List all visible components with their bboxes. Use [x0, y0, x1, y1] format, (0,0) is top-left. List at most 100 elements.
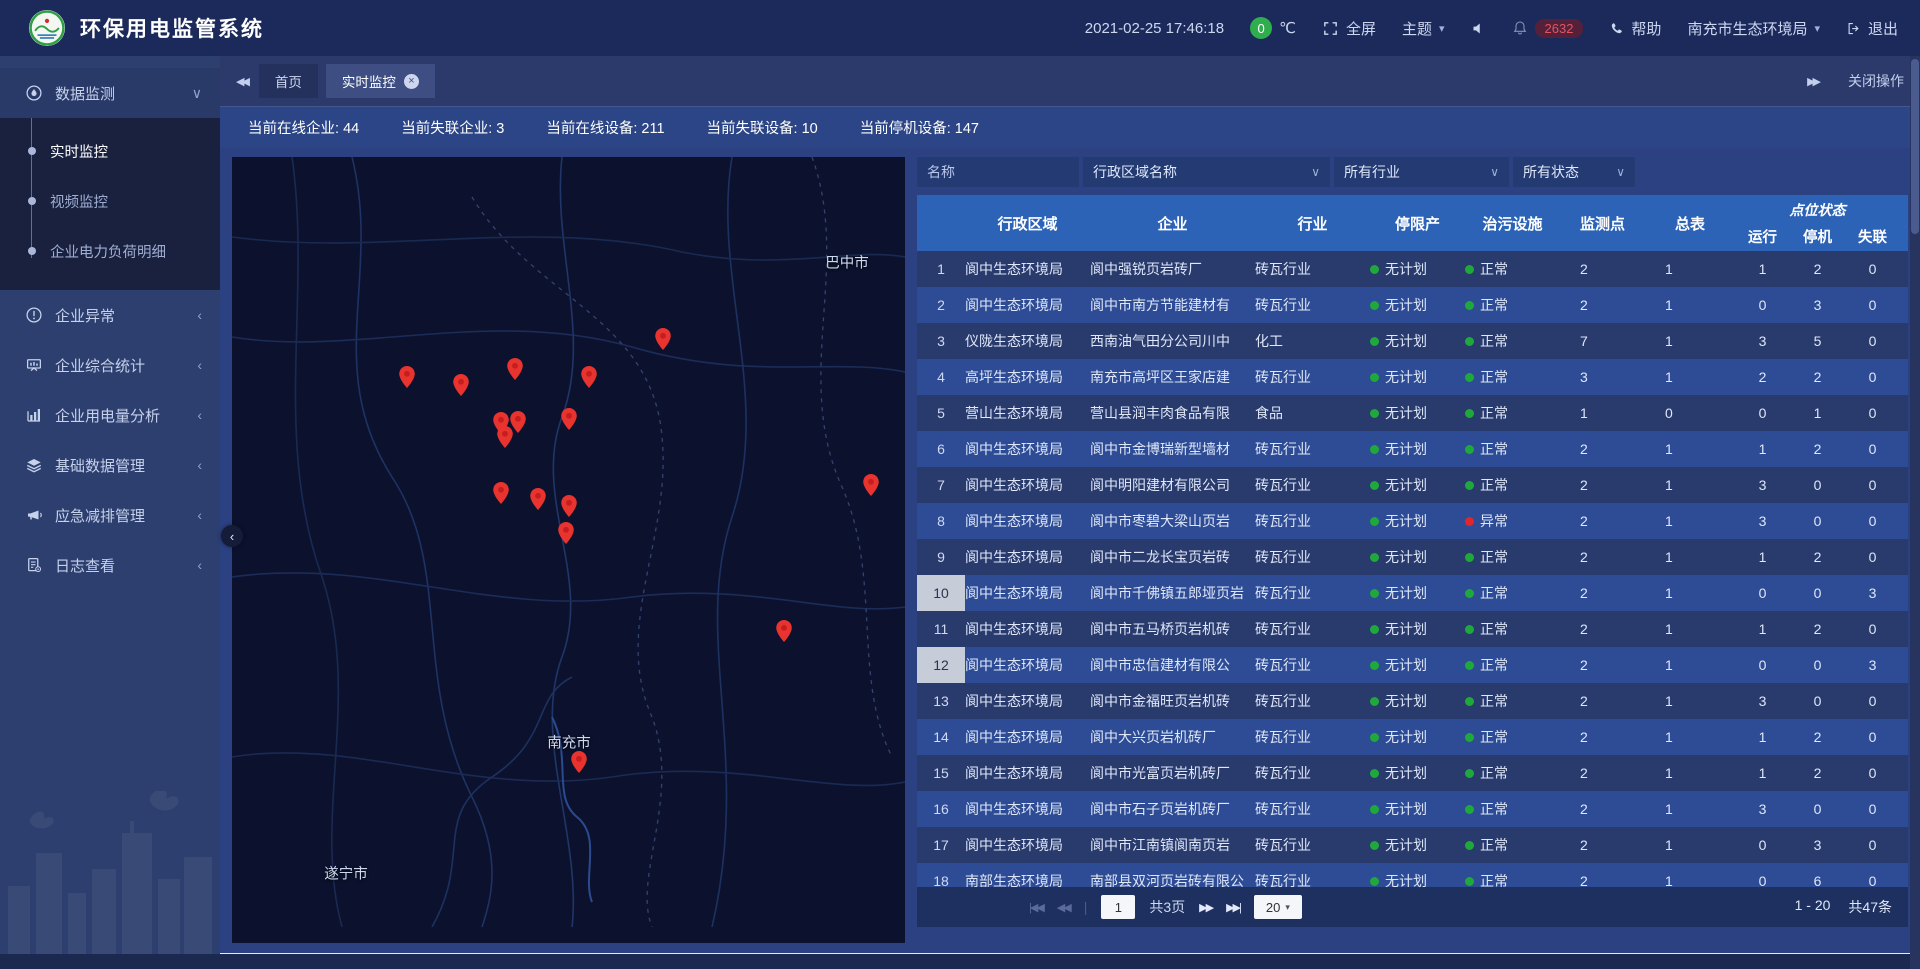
layers-icon — [25, 456, 43, 474]
cell-region: 阆中生态环境局 — [965, 619, 1090, 639]
sidebar-subitem-0-1[interactable]: 视频监控 — [0, 176, 220, 226]
bell-icon — [1512, 20, 1528, 36]
map-pin[interactable] — [581, 366, 597, 388]
col-header-region: 行政区域 — [965, 195, 1090, 251]
theme-menu[interactable]: 主题 ▾ — [1402, 18, 1445, 39]
map-pin[interactable] — [497, 426, 513, 448]
tab-1[interactable]: 实时监控× — [326, 64, 435, 98]
page-scrollbar-thumb[interactable] — [1911, 59, 1919, 234]
table-row-10[interactable]: 10阆中生态环境局阆中市千佛镇五郎垭页岩砖瓦行业无计划正常21003 — [917, 575, 1908, 611]
current-page-input[interactable]: 1 — [1101, 895, 1135, 919]
sidebar-item-label: 数据监测 — [55, 83, 115, 104]
table-row-16[interactable]: 16阆中生态环境局阆中市石子页岩机砖厂砖瓦行业无计划正常21300 — [917, 791, 1908, 827]
table-row-6[interactable]: 6阆中生态环境局阆中市金博瑞新型墙材砖瓦行业无计划正常21120 — [917, 431, 1908, 467]
map-pin[interactable] — [399, 366, 415, 388]
first-page-button[interactable]: |◀◀ — [1029, 901, 1043, 914]
table-row-3[interactable]: 3仪陇生态环境局西南油气田分公司川中化工无计划正常71350 — [917, 323, 1908, 359]
sidebar-item-3[interactable]: 企业用电量分析‹ — [0, 390, 220, 440]
close-tab-icon[interactable]: × — [404, 74, 419, 89]
sidebar-item-4[interactable]: 基础数据管理‹ — [0, 440, 220, 490]
cell-down: 1 — [1790, 405, 1845, 421]
table-row-7[interactable]: 7阆中生态环境局阆中明阳建材有限公司砖瓦行业无计划正常21300 — [917, 467, 1908, 503]
table-row-4[interactable]: 4高坪生态环境局南充市高坪区王家店建砖瓦行业无计划正常31220 — [917, 359, 1908, 395]
mute-button[interactable] — [1471, 21, 1486, 36]
cell-stop-status: 无计划 — [1370, 691, 1465, 711]
prev-page-button[interactable]: ◀◀ — [1057, 901, 1070, 914]
notifications[interactable]: 2632 — [1512, 19, 1584, 38]
sidebar-item-6[interactable]: 日志查看‹ — [0, 540, 220, 590]
map-pin[interactable] — [655, 328, 671, 350]
logout-label: 退出 — [1868, 18, 1898, 39]
cell-points: 2 — [1560, 585, 1645, 601]
sidebar-subitem-0-0[interactable]: 实时监控 — [0, 126, 220, 176]
org-menu[interactable]: 南充市生态环境局 ▾ — [1687, 18, 1820, 39]
stat-item-4: 当前停机设备: 147 — [860, 117, 979, 138]
map-pin[interactable] — [571, 751, 587, 773]
table-row-11[interactable]: 11阆中生态环境局阆中市五马桥页岩机砖砖瓦行业无计划正常21120 — [917, 611, 1908, 647]
cell-industry: 砖瓦行业 — [1255, 799, 1370, 819]
industry-filter-select[interactable]: 所有行业 ∨ — [1334, 157, 1509, 187]
sidebar-item-5[interactable]: 应急减排管理‹ — [0, 490, 220, 540]
next-page-button[interactable]: ▶▶ — [1199, 901, 1212, 914]
map-pin[interactable] — [453, 374, 469, 396]
map-pin[interactable] — [863, 474, 879, 496]
map-pin[interactable] — [530, 488, 546, 510]
last-page-button[interactable]: ▶▶| — [1226, 901, 1240, 914]
table-row-12[interactable]: 12阆中生态环境局阆中市忠信建材有限公砖瓦行业无计划正常21003 — [917, 647, 1908, 683]
map-panel[interactable]: 巴中市南充市遂宁市 ‹ — [232, 157, 905, 943]
app-logo-icon — [28, 9, 66, 47]
fullscreen-button[interactable]: 全屏 — [1322, 18, 1376, 39]
page-size-select[interactable]: 20 ▾ — [1254, 895, 1302, 919]
map-pin[interactable] — [507, 358, 523, 380]
status-filter-select[interactable]: 所有状态 ∨ — [1513, 157, 1635, 187]
table-row-13[interactable]: 13阆中生态环境局阆中市金福旺页岩机砖砖瓦行业无计划正常21300 — [917, 683, 1908, 719]
sidebar-item-0[interactable]: 数据监测∨ — [0, 68, 220, 118]
map-pin[interactable] — [561, 408, 577, 430]
map-pin[interactable] — [558, 522, 574, 544]
table-row-18[interactable]: 18南部生态环境局南部县双河页岩砖有限公砖瓦行业无计划正常21060 — [917, 863, 1908, 887]
cell-company: 阆中市枣碧大梁山页岩 — [1090, 511, 1255, 531]
col-group-point-status: 点位状态 — [1735, 195, 1900, 221]
row-index: 13 — [917, 683, 965, 719]
help-button[interactable]: 帮助 — [1609, 18, 1661, 39]
tabs-scroll-left-button[interactable]: ◀◀ — [236, 75, 247, 88]
cell-points: 2 — [1560, 837, 1645, 853]
cell-meters: 1 — [1645, 477, 1735, 493]
table-row-1[interactable]: 1阆中生态环境局阆中强锐页岩砖厂砖瓦行业无计划正常21120 — [917, 251, 1908, 287]
close-operations-menu[interactable]: 关闭操作 — [1848, 71, 1904, 91]
col-header-company: 企业 — [1090, 195, 1255, 251]
map-pin[interactable] — [776, 620, 792, 642]
cell-meters: 1 — [1645, 369, 1735, 385]
tabs-scroll-right-button[interactable]: ▶▶ — [1807, 75, 1818, 88]
tab-0[interactable]: 首页 — [259, 64, 318, 98]
cell-stop-status: 无计划 — [1370, 547, 1465, 567]
table-row-17[interactable]: 17阆中生态环境局阆中市江南镇阆南页岩砖瓦行业无计划正常21030 — [917, 827, 1908, 863]
map-pin[interactable] — [561, 495, 577, 517]
tab-bar: ◀◀ 首页实时监控× ▶▶ 关闭操作 — [220, 56, 1920, 106]
stat-value: 211 — [641, 121, 664, 137]
table-row-15[interactable]: 15阆中生态环境局阆中市光富页岩机砖厂砖瓦行业无计划正常21120 — [917, 755, 1908, 791]
cell-facility-status: 正常 — [1465, 799, 1560, 819]
sidebar-item-2[interactable]: 企业综合统计‹ — [0, 340, 220, 390]
cell-company: 阆中市南方节能建材有 — [1090, 295, 1255, 315]
table-row-5[interactable]: 5营山生态环境局营山县润丰肉食品有限食品无计划正常10010 — [917, 395, 1908, 431]
collapse-map-button[interactable]: ‹ — [221, 525, 243, 547]
cell-industry: 砖瓦行业 — [1255, 475, 1370, 495]
sidebar-item-1[interactable]: 企业异常‹ — [0, 290, 220, 340]
table-row-8[interactable]: 8阆中生态环境局阆中市枣碧大梁山页岩砖瓦行业无计划异常21300 — [917, 503, 1908, 539]
status-dot-icon — [1465, 301, 1474, 310]
status-dot-icon — [1465, 553, 1474, 562]
map-pin[interactable] — [493, 482, 509, 504]
page-size-value: 20 — [1266, 900, 1280, 915]
name-filter-input[interactable] — [917, 157, 1079, 187]
table-row-9[interactable]: 9阆中生态环境局阆中市二龙长宝页岩砖砖瓦行业无计划正常21120 — [917, 539, 1908, 575]
map-city-label: 南充市 — [547, 732, 591, 753]
region-filter-select[interactable]: 行政区域名称 ∨ — [1083, 157, 1330, 187]
table-row-2[interactable]: 2阆中生态环境局阆中市南方节能建材有砖瓦行业无计划正常21030 — [917, 287, 1908, 323]
sidebar-subitem-0-2[interactable]: 企业电力负荷明细 — [0, 226, 220, 276]
cell-industry: 砖瓦行业 — [1255, 511, 1370, 531]
sidebar-item-label: 日志查看 — [55, 555, 115, 576]
page-scrollbar[interactable] — [1910, 56, 1920, 969]
table-row-14[interactable]: 14阆中生态环境局阆中大兴页岩机砖厂砖瓦行业无计划正常21120 — [917, 719, 1908, 755]
logout-button[interactable]: 退出 — [1846, 18, 1898, 39]
